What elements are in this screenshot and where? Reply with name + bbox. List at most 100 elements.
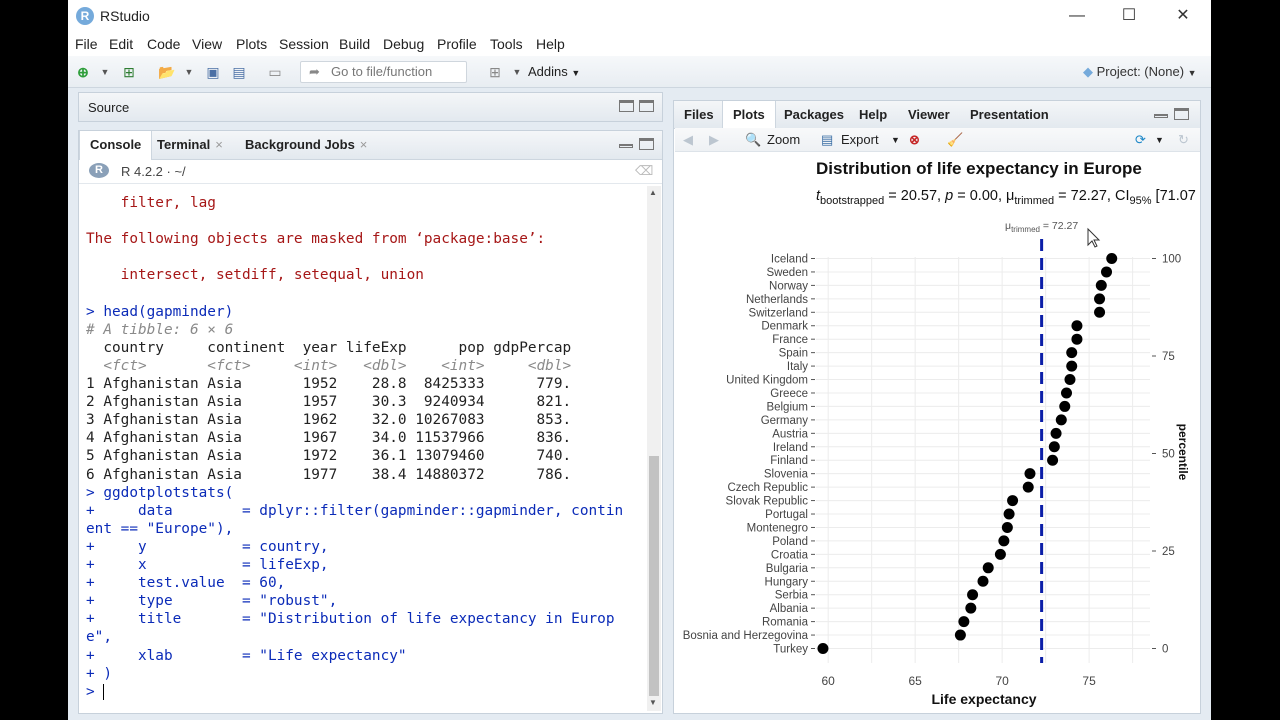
console-info-bar: R R 4.2.2 · ~/ ⌫ xyxy=(79,160,662,184)
export-button[interactable]: Export xyxy=(841,132,879,147)
rstudio-window: R RStudio — ☐ ✕ File Edit Code View Plot… xyxy=(68,0,1211,720)
right-axis-label: percentile xyxy=(1176,424,1190,481)
minimize-pane-icon[interactable] xyxy=(1154,114,1168,118)
data-point xyxy=(1050,427,1062,439)
maximize-pane-icon[interactable] xyxy=(639,100,654,112)
subtitle-t-val: = 20.57, xyxy=(884,188,945,204)
menu-profile[interactable]: Profile xyxy=(437,36,477,52)
y-tick-label: Spain xyxy=(779,348,808,360)
menu-file[interactable]: File xyxy=(75,36,98,52)
save-all-icon[interactable]: ▤ xyxy=(230,63,248,81)
source-pane: Source xyxy=(78,92,663,122)
close-icon[interactable]: × xyxy=(215,137,223,152)
addins-menu[interactable]: Addins ▼ xyxy=(528,64,580,79)
menu-debug[interactable]: Debug xyxy=(383,36,424,52)
tab-files[interactable]: Files xyxy=(674,101,724,129)
data-point xyxy=(1022,481,1034,493)
menu-build[interactable]: Build xyxy=(339,36,370,52)
y-tick-label: Poland xyxy=(772,536,808,548)
zoom-button[interactable]: Zoom xyxy=(767,132,800,147)
goto-file-function-input[interactable]: ➦ Go to file/function xyxy=(300,61,467,83)
scroll-up-icon[interactable]: ▲ xyxy=(649,188,657,197)
console-line: + data = dplyr::filter(gapminder::gapmin… xyxy=(86,502,624,519)
menu-help[interactable]: Help xyxy=(536,36,565,52)
console-scrollbar[interactable]: ▲ ▼ xyxy=(647,186,661,711)
console-line: + y = country, xyxy=(86,538,329,555)
tab-console[interactable]: Console xyxy=(79,131,153,160)
clear-all-plots-icon[interactable]: 🧹 xyxy=(947,132,963,148)
console-line: 5 Afghanistan Asia 1972 36.1 13079460 74… xyxy=(86,448,572,465)
console-line: 1 Afghanistan Asia 1952 28.8 8425333 779… xyxy=(86,376,572,392)
subtitle-ci-val: [71.07 xyxy=(1152,188,1196,204)
project-menu[interactable]: ◆ Project: (None) ▼ xyxy=(1083,64,1197,80)
console-line: + ) xyxy=(86,665,112,682)
menu-session[interactable]: Session xyxy=(279,36,329,52)
tab-viewer[interactable]: Viewer xyxy=(898,101,960,129)
data-point xyxy=(1061,387,1072,399)
tab-background-jobs[interactable]: Background Jobs × xyxy=(235,131,377,159)
console-line: intersect, setdiff, setequal, union xyxy=(86,267,424,284)
pane-layout-icon[interactable]: ⊞ xyxy=(486,63,504,81)
console-line: 6 Afghanistan Asia 1977 38.4 14880372 78… xyxy=(86,466,572,483)
close-icon[interactable]: × xyxy=(360,137,368,152)
tab-help[interactable]: Help xyxy=(849,101,897,129)
remove-plot-icon[interactable]: ⊗ xyxy=(909,132,920,148)
tab-terminal[interactable]: Terminal × xyxy=(147,131,233,159)
restore-pane-icon[interactable] xyxy=(639,138,654,150)
export-icon: ▤ xyxy=(821,132,834,147)
open-folder-icon[interactable]: 📂 xyxy=(158,63,176,81)
menu-view[interactable]: View xyxy=(192,36,222,52)
data-point xyxy=(954,629,966,641)
menu-plots[interactable]: Plots xyxy=(236,36,267,52)
console-output[interactable]: filter, lag The following objects are mas… xyxy=(80,188,645,703)
maximize-pane-icon[interactable] xyxy=(1174,108,1189,120)
zoom-icon[interactable]: 🔍 xyxy=(745,132,761,148)
chevron-down-icon[interactable]: ▼ xyxy=(180,63,198,81)
refresh-icon[interactable]: ↻ xyxy=(1178,132,1189,148)
y-tick-label: Norway xyxy=(769,280,808,292)
data-point xyxy=(1101,266,1113,278)
new-file-icon[interactable]: ⊕ xyxy=(74,63,92,81)
scrollbar-thumb[interactable] xyxy=(649,456,659,696)
print-icon[interactable]: ▭ xyxy=(266,63,284,81)
maximize-button[interactable]: ☐ xyxy=(1109,4,1149,28)
chevron-down-icon[interactable]: ▼ xyxy=(1155,135,1164,145)
console-line: 3 Afghanistan Asia 1962 32.0 10267083 85… xyxy=(86,412,572,429)
chevron-down-icon[interactable]: ▼ xyxy=(96,63,114,81)
y-tick-label: United Kingdom xyxy=(726,375,808,387)
chart-title: Distribution of life expectancy in Europ… xyxy=(816,159,1142,178)
scroll-down-icon[interactable]: ▼ xyxy=(649,698,657,707)
data-point xyxy=(1047,454,1059,466)
source-title: Source xyxy=(88,100,130,115)
back-arrow-icon[interactable]: ◀ xyxy=(683,132,693,148)
tab-presentation[interactable]: Presentation xyxy=(960,101,1059,129)
chevron-down-icon[interactable]: ▼ xyxy=(508,63,526,81)
forward-arrow-icon[interactable]: ▶ xyxy=(709,132,719,148)
restore-pane-icon[interactable] xyxy=(619,100,634,112)
right-tick-label: 100 xyxy=(1162,254,1181,266)
chart-subtitle: tbootstrapped = 20.57, p = 0.00, μtrimme… xyxy=(816,188,1196,207)
x-tick-label: 75 xyxy=(1082,674,1096,688)
tab-plots[interactable]: Plots xyxy=(722,101,776,130)
menu-tools[interactable]: Tools xyxy=(490,36,523,52)
publish-icon[interactable]: ⟳ xyxy=(1135,132,1146,148)
data-point xyxy=(1055,414,1067,426)
ref-label-mu-val: = 72.27 xyxy=(1040,220,1078,232)
clear-console-icon[interactable]: ⌫ xyxy=(635,163,653,179)
chevron-down-icon[interactable]: ▼ xyxy=(891,135,900,145)
new-project-icon[interactable]: ⊞ xyxy=(120,63,138,81)
tab-presentation-label: Presentation xyxy=(970,107,1049,122)
menu-edit[interactable]: Edit xyxy=(109,36,133,52)
tab-console-label: Console xyxy=(90,137,142,152)
data-point xyxy=(977,575,989,587)
chevron-down-icon: ▼ xyxy=(1187,68,1197,78)
save-icon[interactable]: ▣ xyxy=(204,63,222,81)
menu-code[interactable]: Code xyxy=(147,36,180,52)
y-tick-label: Slovak Republic xyxy=(726,496,809,508)
y-tick-label: Montenegro xyxy=(747,522,808,534)
close-button[interactable]: ✕ xyxy=(1163,4,1203,28)
minimize-pane-icon[interactable] xyxy=(619,144,633,148)
minimize-button[interactable]: — xyxy=(1057,4,1097,28)
plots-pane: Files Plots Packages Help Viewer Present… xyxy=(673,100,1201,714)
tab-packages[interactable]: Packages xyxy=(774,101,854,129)
